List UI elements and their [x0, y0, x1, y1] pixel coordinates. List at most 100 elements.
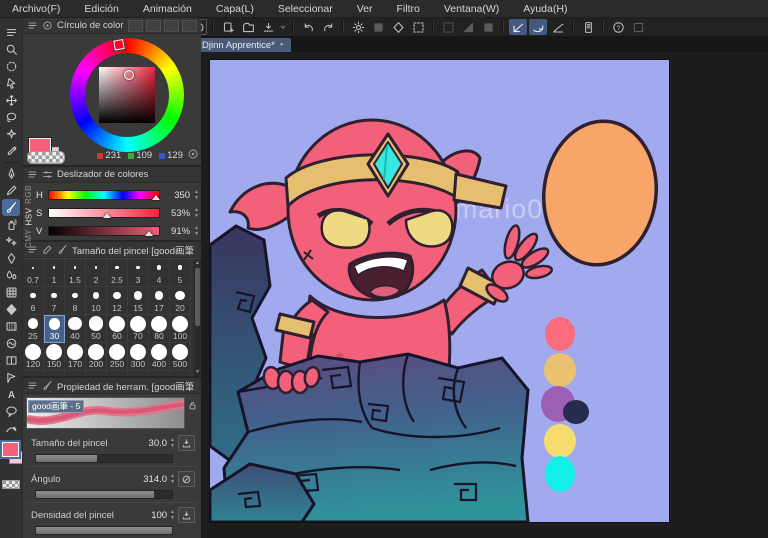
slider-tab-cmy[interactable]: CMY — [23, 227, 34, 249]
v-slider-track[interactable] — [48, 226, 160, 236]
brush-size-row5[interactable] — [65, 371, 86, 376]
operate-tool[interactable] — [2, 75, 20, 92]
undo-button[interactable] — [299, 19, 317, 35]
gradient-tool[interactable] — [2, 318, 20, 335]
snap-to-grid-button[interactable] — [549, 19, 567, 35]
slider-stepper[interactable]: ▲▼ — [194, 190, 199, 201]
brush-size-row5[interactable] — [23, 371, 44, 376]
eraser-tool[interactable] — [2, 250, 20, 267]
fill-button[interactable] — [389, 19, 407, 35]
tablet-companion-button[interactable] — [579, 19, 597, 35]
brush-size-500[interactable]: 500 — [170, 343, 191, 371]
brush-size-170[interactable]: 170 — [65, 343, 86, 371]
slider-stepper[interactable]: ▲▼ — [194, 208, 199, 219]
line-tool[interactable] — [2, 369, 20, 386]
snap-to-special-ruler-button[interactable] — [529, 19, 547, 35]
correction-line-tool[interactable] — [2, 420, 20, 437]
tone-tool[interactable] — [2, 335, 20, 352]
property-value[interactable]: 100 — [151, 510, 167, 521]
menu-capa-l-[interactable]: Capa(L) — [216, 3, 254, 15]
brush-size-40[interactable]: 40 — [65, 315, 86, 343]
menu-archivo-f-[interactable]: Archivo(F) — [12, 3, 60, 15]
pencil-tool[interactable] — [2, 182, 20, 199]
brush-size-15[interactable]: 15 — [128, 287, 149, 315]
property-slider[interactable] — [35, 454, 173, 463]
export-button[interactable] — [259, 19, 277, 35]
brush-size-1.5[interactable]: 1.5 — [65, 259, 86, 287]
h-slider-track[interactable] — [48, 190, 160, 200]
balloon-tool[interactable] — [2, 403, 20, 420]
selection-tool[interactable] — [2, 58, 20, 75]
brush-size-300[interactable]: 300 — [128, 343, 149, 371]
transparent-color-swatch[interactable] — [27, 151, 65, 164]
property-stepper[interactable]: ▲▼ — [170, 510, 175, 521]
slider-tab-hsv[interactable]: HSV — [23, 205, 34, 227]
panel-menu-icon[interactable] — [27, 169, 38, 180]
brush-size-12[interactable]: 12 — [107, 287, 128, 315]
eyedropper-tool[interactable] — [2, 143, 20, 160]
help-button[interactable]: ? — [609, 19, 627, 35]
brush-size-120[interactable]: 120 — [23, 343, 44, 371]
brush-size-250[interactable]: 250 — [107, 343, 128, 371]
brush-size-400[interactable]: 400 — [149, 343, 170, 371]
brush-size-20[interactable]: 20 — [170, 287, 191, 315]
property-slider[interactable] — [35, 490, 173, 499]
wheel-mode-toggle-icon[interactable] — [187, 148, 199, 160]
canvas-area[interactable]: mario02 — [201, 52, 768, 538]
menu-animaci-n[interactable]: Animación — [143, 3, 192, 15]
brush-size-0.7[interactable]: 0.7 — [23, 259, 44, 287]
property-dynamics-button[interactable] — [178, 435, 195, 451]
brush-size-scrollbar[interactable]: ▲▼ — [194, 259, 201, 376]
menu-filtro[interactable]: Filtro — [396, 3, 419, 15]
brush-size-25[interactable]: 25 — [23, 315, 44, 343]
brush-size-10[interactable]: 10 — [86, 287, 107, 315]
artboard[interactable]: mario02 — [210, 60, 669, 522]
lasso-tool[interactable] — [2, 109, 20, 126]
blend-tool[interactable] — [2, 267, 20, 284]
move-tool[interactable] — [2, 92, 20, 109]
brush-size-200[interactable]: 200 — [86, 343, 107, 371]
brush-size-8[interactable]: 8 — [65, 287, 86, 315]
brush-size-80[interactable]: 80 — [149, 315, 170, 343]
foreground-color-swatch[interactable] — [2, 442, 19, 457]
brush-size-row5[interactable] — [86, 371, 107, 376]
property-slider[interactable] — [35, 526, 173, 535]
brush-size-50[interactable]: 50 — [86, 315, 107, 343]
document-tab[interactable]: Djinn Apprentice* ● — [195, 38, 291, 52]
sv-cursor[interactable] — [124, 70, 134, 80]
fill-tool[interactable] — [2, 301, 20, 318]
export-dropdown-caret[interactable] — [279, 19, 287, 35]
brush-size-row5[interactable] — [128, 371, 149, 376]
lock-icon[interactable] — [187, 400, 198, 411]
menu-ventana-w-[interactable]: Ventana(W) — [444, 3, 499, 15]
decoration-tool[interactable] — [2, 233, 20, 250]
airbrush-tool[interactable] — [2, 216, 20, 233]
property-dynamics-button[interactable] — [178, 471, 195, 487]
property-stepper[interactable]: ▲▼ — [170, 474, 175, 485]
open-file-button[interactable] — [239, 19, 257, 35]
s-slider-track[interactable] — [48, 208, 160, 218]
property-value[interactable]: 314.0 — [143, 474, 167, 485]
snap-to-ruler-button[interactable] — [509, 19, 527, 35]
scale-rotate-button[interactable] — [409, 19, 427, 35]
brush-size-70[interactable]: 70 — [128, 315, 149, 343]
auto-select-tool[interactable] — [2, 126, 20, 143]
new-canvas-button[interactable] — [219, 19, 237, 35]
brush-size-1[interactable]: 1 — [44, 259, 65, 287]
brush-preset-chip[interactable]: good画筆 - 5 — [28, 400, 84, 413]
zoom-tool[interactable] — [2, 41, 20, 58]
brush-size-row5[interactable] — [170, 371, 191, 376]
brush-size-row5[interactable] — [149, 371, 170, 376]
property-dynamics-button[interactable] — [178, 507, 195, 523]
menu-ayuda-h-[interactable]: Ayuda(H) — [523, 3, 567, 15]
tab-close-icon[interactable]: ● — [280, 42, 284, 48]
text-tool[interactable]: A — [2, 386, 20, 403]
frame-border-tool[interactable] — [2, 352, 20, 369]
brush-size-150[interactable]: 150 — [44, 343, 65, 371]
color-panel-tabs[interactable] — [128, 20, 197, 32]
clear-button[interactable] — [349, 19, 367, 35]
brush-size-row5[interactable] — [107, 371, 128, 376]
brush-size-3[interactable]: 3 — [128, 259, 149, 287]
menu-edici-n[interactable]: Edición — [84, 3, 118, 15]
brush-size-5[interactable]: 5 — [170, 259, 191, 287]
